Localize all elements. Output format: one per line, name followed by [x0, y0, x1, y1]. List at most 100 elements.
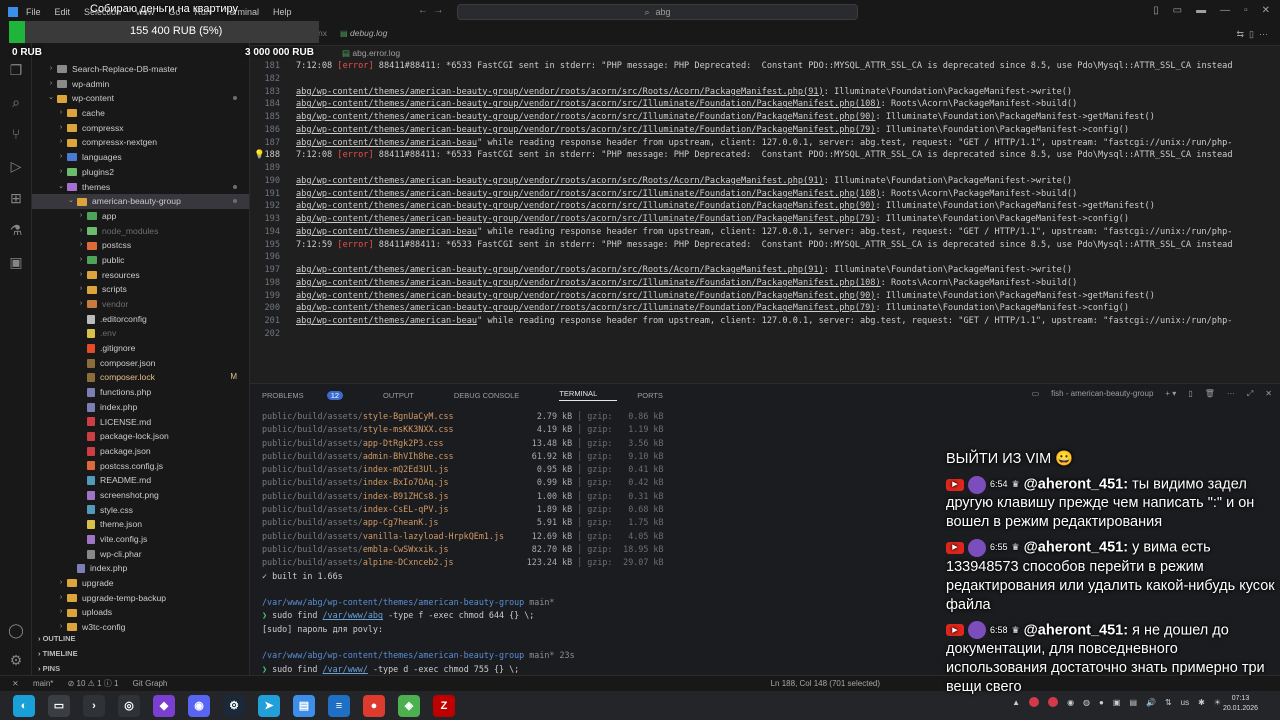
editor-actions[interactable]: ⇆ ▯ ···: [1237, 29, 1269, 40]
file-link[interactable]: abg/wp-content/themes/american-beauty-gr…: [296, 278, 881, 288]
file-link[interactable]: abg/wp-content/themes/american-beauty-gr…: [296, 99, 881, 109]
steam-icon[interactable]: ⚙: [223, 694, 245, 717]
remote-indicator-icon[interactable]: ⨯: [12, 679, 19, 688]
tree-item[interactable]: › scripts: [32, 282, 249, 297]
tab-output[interactable]: OUTPUT: [383, 391, 434, 400]
tree-item[interactable]: › app: [32, 209, 249, 224]
tree-item[interactable]: LICENSE.md: [32, 415, 249, 430]
file-link[interactable]: abg/wp-content/themes/american-beau: [296, 227, 477, 237]
file-link[interactable]: abg/wp-content/themes/american-beauty-gr…: [296, 265, 824, 275]
maximize-panel-icon[interactable]: ⤢: [1247, 389, 1253, 399]
nav-arrows[interactable]: ← →: [418, 5, 444, 16]
vscode-icon[interactable]: ≡: [328, 694, 350, 717]
new-terminal-icon[interactable]: + ▾: [1165, 389, 1176, 399]
tree-item[interactable]: composer.lock M: [32, 370, 249, 385]
search-icon[interactable]: ⌕: [0, 86, 32, 118]
chrome-icon[interactable]: ●: [363, 694, 385, 717]
more-icon[interactable]: ···: [1227, 389, 1235, 399]
tab-terminal[interactable]: TERMINAL: [559, 389, 618, 401]
file-link[interactable]: abg/wp-content/themes/american-beauty-gr…: [296, 87, 824, 97]
maximize-icon[interactable]: ▫: [1244, 5, 1248, 16]
git-branch[interactable]: main*: [33, 679, 53, 688]
tree-item[interactable]: .editorconfig: [32, 312, 249, 327]
steam-alt-icon[interactable]: ◎: [118, 694, 140, 717]
source-control-icon[interactable]: ⑂: [0, 118, 32, 150]
tree-item[interactable]: › node_modules: [32, 224, 249, 239]
lightbulb-icon[interactable]: 💡: [254, 149, 265, 162]
file-link[interactable]: abg/wp-content/themes/american-beau: [296, 138, 477, 148]
tree-item[interactable]: screenshot.png: [32, 488, 249, 503]
tab-problems[interactable]: PROBLEMS 12: [262, 390, 363, 400]
file-link[interactable]: abg/wp-content/themes/american-beauty-gr…: [296, 291, 875, 301]
account-icon[interactable]: ◯: [0, 614, 32, 646]
tree-item[interactable]: package.json: [32, 444, 249, 459]
file-link[interactable]: abg/wp-content/themes/american-beau: [296, 316, 477, 326]
tree-item[interactable]: › postcss: [32, 238, 249, 253]
tab-debug-log[interactable]: debug.log: [350, 28, 387, 38]
tree-item[interactable]: › vendor: [32, 297, 249, 312]
minimize-icon[interactable]: —: [1220, 5, 1230, 16]
file-link[interactable]: abg/wp-content/themes/american-beauty-gr…: [296, 303, 875, 313]
settings-gear-icon[interactable]: ⚙: [0, 644, 32, 676]
file-link[interactable]: abg/wp-content/themes/american-beauty-gr…: [296, 201, 875, 211]
file-link[interactable]: abg/wp-content/themes/american-beauty-gr…: [296, 176, 824, 186]
tab-debug-console[interactable]: DEBUG CONSOLE: [454, 391, 539, 400]
tree-item[interactable]: wp-cli.phar: [32, 547, 249, 562]
tree-item[interactable]: › wp-admin: [32, 77, 249, 92]
testing-icon[interactable]: ⚗: [0, 214, 32, 246]
file-link[interactable]: abg/wp-content/themes/american-beauty-gr…: [296, 214, 875, 224]
tree-item[interactable]: .gitignore: [32, 341, 249, 356]
tree-item[interactable]: › compressx: [32, 121, 249, 136]
git-graph-button[interactable]: Git Graph: [133, 679, 168, 688]
tree-item[interactable]: › Search-Replace-DB-master: [32, 62, 249, 77]
tree-item[interactable]: › plugins2: [32, 165, 249, 180]
tree-item[interactable]: index.php: [32, 400, 249, 415]
terminal-icon[interactable]: ›: [83, 694, 105, 717]
tree-item[interactable]: ⌄ american-beauty-group: [32, 194, 249, 209]
pins-section[interactable]: › PINS: [32, 661, 250, 676]
tree-item[interactable]: README.md: [32, 473, 249, 488]
tree-item[interactable]: style.css: [32, 503, 249, 518]
close-panel-icon[interactable]: ✕: [1265, 389, 1272, 399]
terminal-output[interactable]: public/build/assets/style-BgnUaCyM.css 2…: [262, 410, 962, 676]
tree-item[interactable]: index.php: [32, 561, 249, 576]
tree-item[interactable]: › cache: [32, 106, 249, 121]
layout-toggle-icon[interactable]: ▯: [1153, 5, 1159, 16]
extensions-icon[interactable]: ⊞: [0, 182, 32, 214]
files-icon[interactable]: ▤: [293, 694, 315, 717]
file-link[interactable]: abg/wp-content/themes/american-beauty-gr…: [296, 125, 875, 135]
git-tool-icon[interactable]: ◈: [398, 694, 420, 717]
telegram-icon[interactable]: ➤: [258, 694, 280, 717]
run-debug-icon[interactable]: ▷: [0, 150, 32, 182]
tree-item[interactable]: postcss.config.js: [32, 459, 249, 474]
filezilla-icon[interactable]: Z: [433, 694, 455, 717]
problems-count[interactable]: ⊘ 10 ⚠ 1 ⓘ 1: [68, 679, 119, 688]
tree-item[interactable]: › upgrade: [32, 576, 249, 591]
tree-item[interactable]: › resources: [32, 268, 249, 283]
code-editor[interactable]: 181 7:12:08 [error] 88411#88411: *6533 Fa…: [250, 60, 1280, 383]
kde-menu-icon[interactable]: ◐: [13, 694, 35, 717]
remote-icon[interactable]: ▣: [0, 246, 32, 278]
tree-item[interactable]: composer.json: [32, 356, 249, 371]
tree-item[interactable]: › uploads: [32, 605, 249, 620]
tree-item[interactable]: theme.json: [32, 517, 249, 532]
tree-item[interactable]: ⌄ wp-content: [32, 91, 249, 106]
cursor-position[interactable]: Ln 188, Col 148 (701 selected): [771, 679, 880, 688]
file-link[interactable]: abg/wp-content/themes/american-beauty-gr…: [296, 112, 875, 122]
tree-item[interactable]: › public: [32, 253, 249, 268]
timeline-section[interactable]: › TIMELINE: [32, 646, 250, 661]
terminal-name[interactable]: fish - american-beauty-group: [1051, 389, 1153, 399]
breadcrumb[interactable]: ▤ abg.error.log: [250, 46, 1280, 60]
tree-item[interactable]: vite.config.js: [32, 532, 249, 547]
task-switcher-icon[interactable]: ▭: [48, 694, 70, 717]
discord-icon[interactable]: ◉: [188, 694, 210, 717]
obsidian-icon[interactable]: ◆: [153, 694, 175, 717]
tree-item[interactable]: .env: [32, 326, 249, 341]
close-icon[interactable]: ✕: [1262, 5, 1270, 16]
command-center-search[interactable]: ⌕ abg: [457, 4, 858, 20]
trash-icon[interactable]: 🗑: [1205, 389, 1215, 399]
tree-item[interactable]: package-lock.json: [32, 429, 249, 444]
tree-item[interactable]: › upgrade-temp-backup: [32, 591, 249, 606]
panel-toggle-icon[interactable]: ▬: [1196, 5, 1206, 16]
tree-item[interactable]: ⌄ themes: [32, 180, 249, 195]
